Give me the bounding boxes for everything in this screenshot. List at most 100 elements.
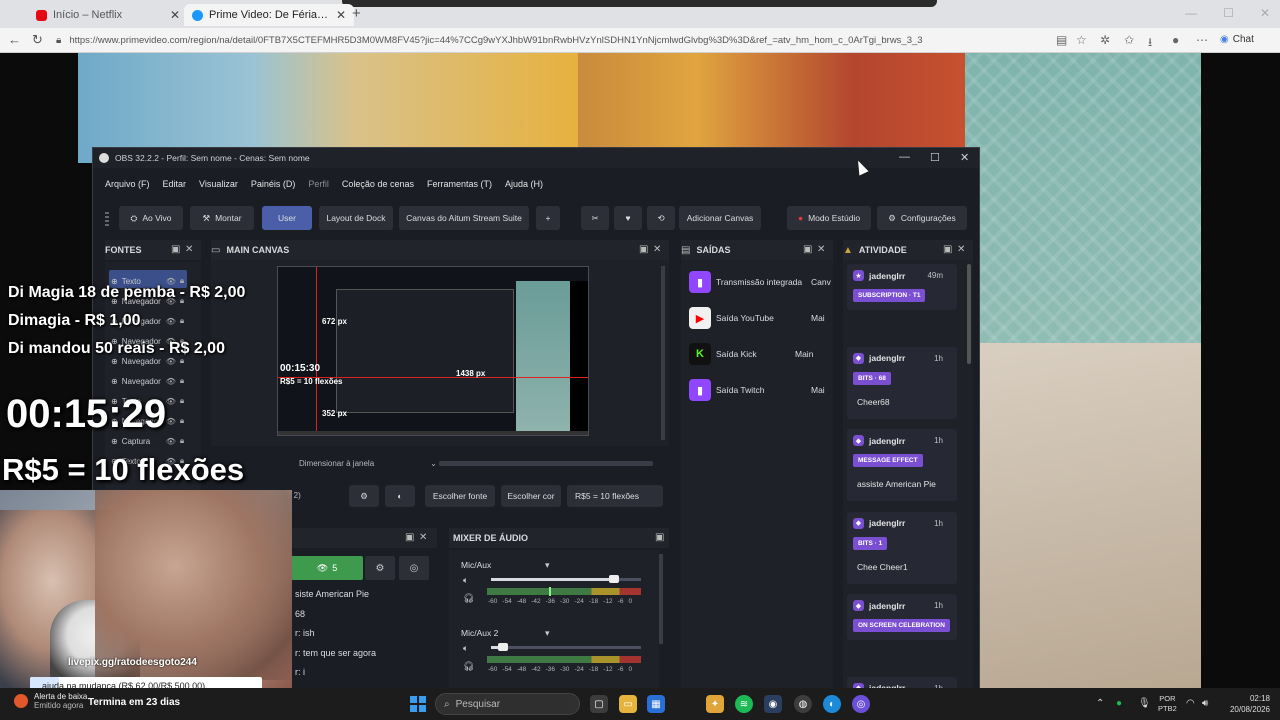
activity-card[interactable]: ★ jadenglrr 49m SUBSCRIPTION · T1 <box>847 264 957 310</box>
back-icon[interactable]: ← <box>8 32 21 47</box>
undock-icon[interactable]: ▣ <box>655 532 664 543</box>
activity-card[interactable]: ◆ jadenglrr 1h MESSAGE EFFECT assiste Americ… <box>847 429 957 501</box>
output-row[interactable]: ▮ Transmissão integrada <box>689 269 802 295</box>
spotify-icon[interactable]: ≋ <box>735 695 753 713</box>
copilot-chat-button[interactable]: ◉ Chat <box>1220 34 1254 45</box>
wifi-icon[interactable]: ◠ <box>1186 698 1195 709</box>
menu-help[interactable]: Ajuda (H) <box>505 179 543 189</box>
eye-icon[interactable]: 👁︎ <box>166 317 176 326</box>
tray-spotify-icon[interactable]: ● <box>1116 698 1122 709</box>
microphone-icon[interactable]: 🎙︎ <box>1138 698 1151 709</box>
viewer-count-button[interactable]: 👁︎ 5 <box>291 556 363 580</box>
menu-profile[interactable]: Perfil <box>308 179 329 189</box>
live-button[interactable]: ⛭ Ao Vivo <box>119 206 183 230</box>
output-row[interactable]: K Saída Kick <box>689 341 757 367</box>
activity-card[interactable]: ◆ jadenglrr 1h BITS · 68 Cheer68 <box>847 346 957 419</box>
choose-font-button[interactable]: Escolher fonte <box>425 485 495 507</box>
taskbar-search[interactable]: ⌕ Pesquisar <box>435 693 580 715</box>
taskbar-clock[interactable]: 02:18 20/08/2026 <box>1222 693 1270 715</box>
reader-icon[interactable]: ▤ <box>1056 33 1067 47</box>
eye-icon[interactable]: 👁︎ <box>166 417 176 426</box>
menu-file[interactable]: Arquivo (F) <box>105 179 150 189</box>
properties-button[interactable]: ⚙ <box>349 485 379 507</box>
chat-settings-button[interactable]: ⚙ <box>365 556 395 580</box>
steam-icon[interactable]: ◉ <box>764 695 782 713</box>
store-icon[interactable]: ▦ <box>647 695 665 713</box>
filters-button[interactable]: ◐ <box>385 485 415 507</box>
tools-button[interactable]: ✂ <box>581 206 609 230</box>
add-canvas-button[interactable]: Adicionar Canvas <box>679 206 761 230</box>
headphones-icon[interactable]: 🎧︎ <box>463 661 474 672</box>
obs-taskbar-icon[interactable]: ◍ <box>794 695 812 713</box>
chevron-down-icon[interactable]: ▾ <box>545 560 550 571</box>
lock-icon[interactable]: 🔒︎ <box>180 376 184 386</box>
extensions-icon[interactable]: ✲ <box>1100 33 1110 47</box>
input-language[interactable]: POR PTB2 <box>1158 694 1177 714</box>
close-panel-icon[interactable]: ✕ <box>957 244 965 255</box>
chevron-down-icon[interactable]: ⌄ <box>430 459 437 468</box>
add-button[interactable]: + <box>536 206 560 230</box>
choose-color-button[interactable]: Escolher cor <box>501 485 561 507</box>
undock-icon[interactable]: ▣ <box>405 532 414 543</box>
chevron-down-icon[interactable]: ▾ <box>545 628 550 639</box>
menu-tools[interactable]: Ferramentas (T) <box>427 179 492 189</box>
lock-icon[interactable]: 🔒︎ <box>180 416 184 426</box>
resize-select[interactable]: Dimensionar à janela <box>299 459 374 468</box>
close-window-icon[interactable]: ✕ <box>1260 6 1270 20</box>
profile-avatar-icon[interactable]: ● <box>1172 33 1179 47</box>
output-row[interactable]: ▶ Saída YouTube <box>689 305 774 331</box>
menu-edit[interactable]: Editar <box>163 179 187 189</box>
favorites-icon[interactable]: ✩ <box>1124 33 1134 47</box>
lock-icon[interactable]: 🔒︎ <box>180 316 184 326</box>
tab-prime-video[interactable]: Prime Video: De Férias com o Ex C ✕ <box>184 4 354 26</box>
obs-minimize-icon[interactable]: — <box>899 151 910 163</box>
canvas-scrollbar[interactable] <box>661 266 665 440</box>
eye-icon[interactable]: 👁︎ <box>166 377 176 386</box>
alert-widget[interactable]: Alerta de baixa Emitido agora <box>14 692 87 710</box>
file-explorer-icon[interactable]: ▭ <box>619 695 637 713</box>
menu-view[interactable]: Visualizar <box>199 179 238 189</box>
tab-netflix[interactable]: Início – Netflix ✕ <box>28 4 188 26</box>
activity-card[interactable]: ◆ jadenglrr 1h ON SCREEN CELEBRATION <box>847 594 957 640</box>
obs-close-icon[interactable]: ✕ <box>960 151 969 164</box>
url-field[interactable]: 🔒︎ https://www.primevideo.com/region/na/… <box>56 32 1046 49</box>
close-panel-icon[interactable]: ✕ <box>185 244 193 255</box>
volume-slider-knob[interactable] <box>498 643 508 651</box>
undock-icon[interactable]: ▣ <box>943 244 952 255</box>
reload-icon[interactable]: ↻ <box>32 32 43 48</box>
volume-icon[interactable]: 🔊︎ <box>1202 698 1208 709</box>
lock-icon[interactable]: 🔒︎ <box>180 436 184 446</box>
refresh-button[interactable]: ⟲ <box>647 206 675 230</box>
close-tab-icon[interactable]: ✕ <box>336 8 346 22</box>
build-button[interactable]: ⚒ Montar <box>190 206 254 230</box>
toolbar-grip-icon[interactable] <box>105 212 109 226</box>
activity-scrollbar[interactable] <box>967 264 971 364</box>
menu-scene-collection[interactable]: Coleção de cenas <box>342 179 414 189</box>
user-button[interactable]: User <box>262 206 312 230</box>
lock-icon[interactable]: 🔒︎ <box>180 396 184 406</box>
speaker-icon[interactable]: 🔈︎ <box>463 643 468 654</box>
undock-icon[interactable]: ▣ <box>803 244 812 255</box>
preview-canvas[interactable]: 672 px 1438 px 352 px 00:15:30 R$5 = 10 … <box>277 266 589 436</box>
windows-start-icon[interactable] <box>410 696 426 712</box>
close-panel-icon[interactable]: ✕ <box>419 532 427 543</box>
eye-icon[interactable]: 👁︎ <box>166 437 176 446</box>
speaker-icon[interactable]: 🔈︎ <box>463 575 468 586</box>
studio-mode-button[interactable]: ● Modo Estúdio <box>787 206 871 230</box>
undock-icon[interactable]: ▣ <box>171 244 180 255</box>
chat-popout-button[interactable]: ◎ <box>399 556 429 580</box>
settings-button[interactable]: ⚙ Configurações <box>877 206 967 230</box>
more-icon[interactable]: ⋯ <box>1196 33 1208 47</box>
close-panel-icon[interactable]: ✕ <box>653 244 661 255</box>
chevron-up-icon[interactable]: ⌃ <box>1096 698 1104 709</box>
download-icon[interactable]: ⭳ <box>1148 33 1152 54</box>
favorite-button[interactable]: ♥ <box>614 206 642 230</box>
text-value-field[interactable]: R$5 = 10 flexões <box>567 485 663 507</box>
eye-icon[interactable]: 👁︎ <box>166 397 176 406</box>
volume-slider-track[interactable] <box>491 646 641 649</box>
aitum-canvas-button[interactable]: Canvas do Aitum Stream Suite <box>399 206 529 230</box>
close-tab-icon[interactable]: ✕ <box>170 8 180 22</box>
app2-icon[interactable]: ◎ <box>852 695 870 713</box>
favorite-star-icon[interactable]: ☆ <box>1076 33 1087 47</box>
edge-icon[interactable]: ◐ <box>823 695 841 713</box>
